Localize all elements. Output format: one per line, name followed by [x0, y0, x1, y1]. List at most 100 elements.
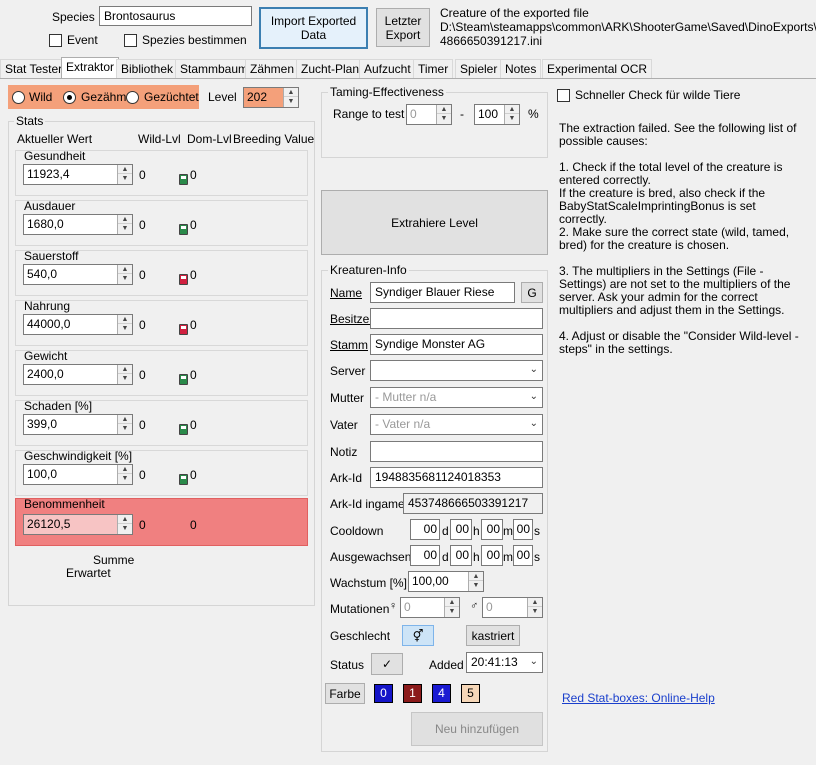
quick-check-checkbox[interactable] [557, 89, 570, 102]
tab-bibliothek[interactable]: Bibliothek [116, 59, 179, 78]
chevron-down-icon[interactable]: ▼ [118, 524, 132, 533]
status-button[interactable]: ✓ [371, 653, 403, 675]
cooldown-seconds[interactable]: 00 [513, 519, 533, 540]
owner-input[interactable] [370, 308, 543, 329]
chevron-down-icon[interactable]: ▼ [284, 97, 298, 106]
te-to-input[interactable]: 100 ▲ ▼ [474, 104, 520, 125]
chevron-up-icon[interactable]: ▲ [505, 105, 519, 114]
tab-aufzucht[interactable]: Aufzucht [359, 59, 416, 78]
chevron-up-icon[interactable]: ▲ [437, 105, 451, 114]
mutations-female-input[interactable]: 0 ▲ ▼ [400, 597, 460, 618]
chevron-up-icon[interactable]: ▲ [469, 572, 483, 581]
generate-name-button[interactable]: G [521, 282, 543, 303]
chevron-down-icon[interactable]: ▼ [437, 114, 451, 123]
chevron-down-icon[interactable]: ▼ [118, 274, 132, 283]
stat-value-input[interactable]: 100,0 ▲ ▼ [23, 464, 133, 485]
chevron-up-icon[interactable]: ▲ [118, 165, 132, 174]
chevron-up-icon[interactable]: ▲ [118, 415, 132, 424]
lock-icon[interactable] [179, 474, 188, 485]
tab-spieler[interactable]: Spieler [455, 59, 503, 78]
color-swatch-2[interactable]: 4 [432, 684, 451, 703]
stat-value-input[interactable]: 1680,0 ▲ ▼ [23, 214, 133, 235]
chevron-up-icon[interactable]: ▲ [118, 215, 132, 224]
import-exported-data-button[interactable]: Import Exported Data [259, 7, 368, 49]
chevron-down-icon[interactable]: ▼ [118, 424, 132, 433]
chevron-up-icon[interactable]: ▲ [118, 515, 132, 524]
lock-icon[interactable] [179, 274, 188, 285]
growth-input[interactable]: 100,00 ▲ ▼ [408, 571, 484, 592]
chevron-down-icon[interactable]: ▼ [118, 174, 132, 183]
letzter-export-button[interactable]: Letzter Export [376, 8, 430, 47]
bred-radio[interactable] [126, 91, 139, 104]
chevron-up-icon[interactable]: ▲ [118, 365, 132, 374]
mutations-male-input[interactable]: 0 ▲ ▼ [482, 597, 543, 618]
chevron-down-icon[interactable]: ▼ [118, 474, 132, 483]
species-input[interactable]: Brontosaurus [99, 6, 252, 26]
lock-icon[interactable] [179, 224, 188, 235]
tab-timer[interactable]: Timer [413, 59, 454, 78]
chevron-up-icon[interactable]: ▲ [118, 265, 132, 274]
tab-extraktor[interactable]: Extraktor [61, 57, 120, 79]
tab-stat-tester[interactable]: Stat Tester [0, 59, 68, 78]
chevron-up-icon[interactable]: ▲ [445, 598, 459, 607]
chevron-up-icon[interactable]: ▲ [118, 315, 132, 324]
name-input[interactable]: Syndiger Blauer Riese [370, 282, 515, 303]
server-select[interactable]: ⌄ [370, 360, 543, 381]
tab-stammbaum[interactable]: Stammbaum [175, 59, 254, 78]
added-datetime[interactable]: 20:41:13 ⌄ [466, 652, 543, 673]
chevron-down-icon[interactable]: ▼ [505, 114, 519, 123]
stat-value-input[interactable]: 26120,5 ▲ ▼ [23, 514, 133, 535]
color-swatch-1[interactable]: 1 [403, 684, 422, 703]
wild-radio[interactable] [12, 91, 25, 104]
stat-value-input[interactable]: 540,0 ▲ ▼ [23, 264, 133, 285]
note-input[interactable] [370, 441, 543, 462]
chevron-down-icon[interactable]: ▼ [469, 581, 483, 590]
chevron-down-icon[interactable]: ▼ [118, 374, 132, 383]
arkid-input[interactable]: 1948835681124018353 [370, 467, 543, 488]
te-from-input[interactable]: 0 ▲ ▼ [406, 104, 452, 125]
tamed-radio[interactable] [63, 91, 76, 104]
chevron-down-icon[interactable]: ▼ [445, 607, 459, 616]
color-swatch-3[interactable]: 5 [461, 684, 480, 703]
chevron-down-icon[interactable]: ▼ [118, 324, 132, 333]
color-button[interactable]: Farbe [325, 683, 365, 704]
stat-name: Ausdauer [24, 199, 76, 213]
sex-button[interactable]: ⚥ [402, 625, 434, 646]
chevron-down-icon[interactable]: ▼ [118, 224, 132, 233]
tab-experimental-ocr[interactable]: Experimental OCR [542, 59, 653, 78]
stat-value-input[interactable]: 2400,0 ▲ ▼ [23, 364, 133, 385]
chevron-up-icon[interactable]: ▲ [284, 88, 298, 97]
level-label: Level [208, 90, 237, 104]
color-swatch-0[interactable]: 0 [374, 684, 393, 703]
lock-icon[interactable] [179, 374, 188, 385]
chevron-up-icon[interactable]: ▲ [528, 598, 542, 607]
tab-zucht-plan[interactable]: Zucht-Plan [296, 59, 365, 78]
cooldown-days[interactable]: 00 [410, 519, 440, 540]
chevron-down-icon[interactable]: ▼ [528, 607, 542, 616]
grown-days[interactable]: 00 [410, 545, 440, 566]
add-new-button[interactable]: Neu hinzufügen [411, 712, 543, 746]
tab-zaehmen[interactable]: Zähmen [245, 59, 300, 78]
extract-levels-button[interactable]: Extrahiere Level [321, 190, 548, 255]
lock-icon[interactable] [179, 424, 188, 435]
lock-icon[interactable] [179, 324, 188, 335]
tribe-input[interactable]: Syndige Monster AG [370, 334, 543, 355]
father-select[interactable]: - Vater n/a ⌄ [370, 414, 543, 435]
stat-value-input[interactable]: 11923,4 ▲ ▼ [23, 164, 133, 185]
event-checkbox[interactable] [49, 34, 62, 47]
stat-value-input[interactable]: 399,0 ▲ ▼ [23, 414, 133, 435]
mother-select[interactable]: - Mutter n/a ⌄ [370, 387, 543, 408]
chevron-up-icon[interactable]: ▲ [118, 465, 132, 474]
grown-minutes[interactable]: 00 [481, 545, 503, 566]
grown-seconds[interactable]: 00 [513, 545, 533, 566]
neutered-button[interactable]: kastriert [466, 625, 520, 646]
tab-notes[interactable]: Notes [500, 59, 542, 78]
cooldown-hours[interactable]: 00 [450, 519, 472, 540]
level-input[interactable]: 202 ▲ ▼ [243, 87, 299, 108]
cooldown-minutes[interactable]: 00 [481, 519, 503, 540]
grown-hours[interactable]: 00 [450, 545, 472, 566]
lock-icon[interactable] [179, 174, 188, 185]
spezies-bestimmen-checkbox[interactable] [124, 34, 137, 47]
online-help-link[interactable]: Red Stat-boxes: Online-Help [562, 691, 715, 705]
stat-value-input[interactable]: 44000,0 ▲ ▼ [23, 314, 133, 335]
